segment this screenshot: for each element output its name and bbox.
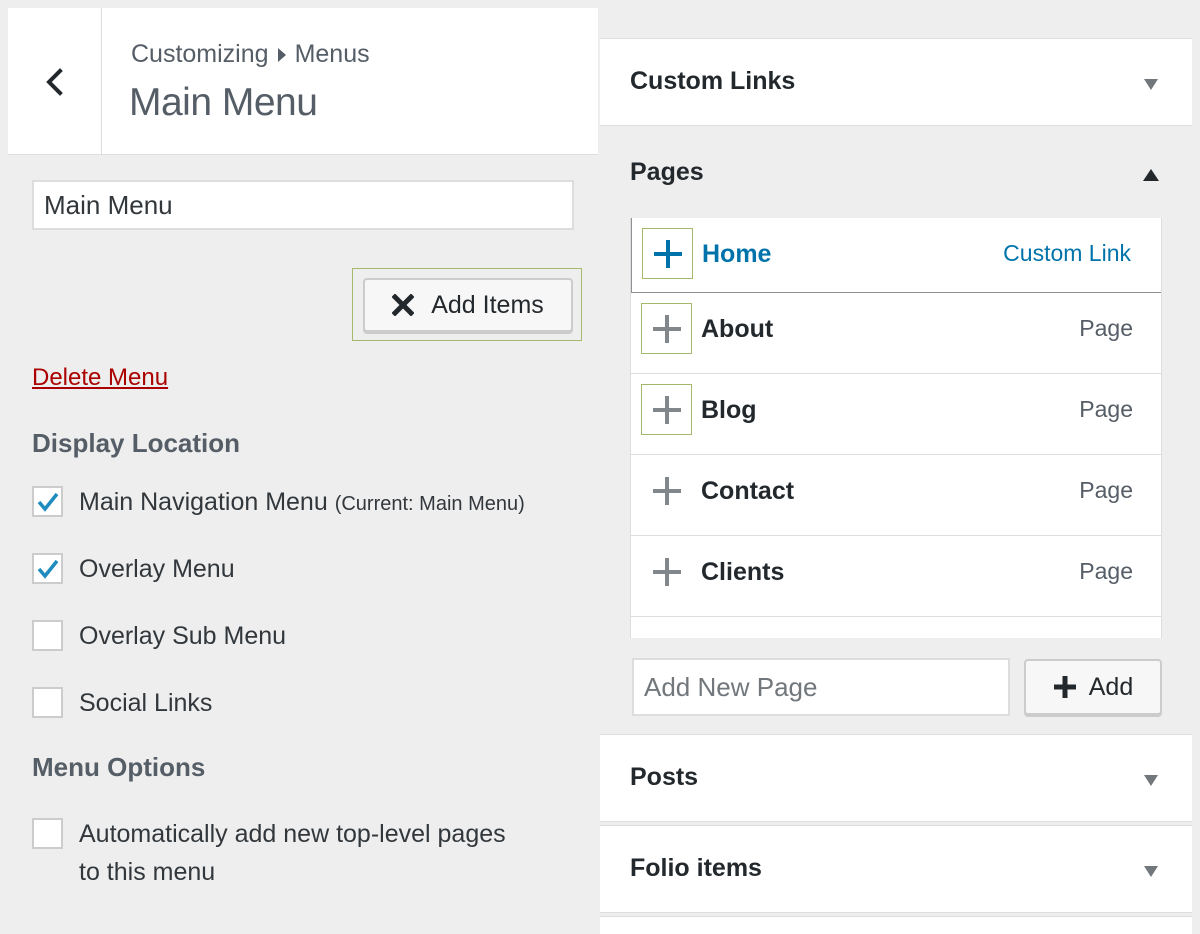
available-menu-items-panel: Custom Links Pages Home Custom Link Abou…	[600, 0, 1200, 934]
page-item-contact[interactable]: Contact Page	[631, 455, 1161, 536]
page-item-about[interactable]: About Page	[631, 293, 1161, 374]
item-title: Home	[702, 240, 772, 268]
auto-add-line-2: to this menu	[79, 858, 216, 886]
item-title: About	[701, 315, 774, 343]
social-links-checkbox[interactable]	[32, 687, 63, 718]
menu-settings-panel: Customizing Menus Main Menu Add Items De…	[8, 8, 598, 926]
location-row-overlay-sub-menu: Overlay Sub Menu	[32, 620, 286, 655]
auto-add-line-1: Automatically add new top-level pages	[79, 820, 506, 848]
item-type: Page	[1079, 558, 1133, 584]
add-item-button[interactable]	[641, 303, 692, 354]
folio-items-section[interactable]: Folio items	[600, 825, 1192, 913]
folio-items-title: Folio items	[630, 854, 762, 882]
page-item-partial	[631, 617, 1161, 638]
social-links-label: Social Links	[79, 689, 213, 717]
item-type: Page	[1079, 315, 1133, 341]
triangle-down-icon	[1144, 866, 1158, 877]
add-items-focus-ring: Add Items	[352, 268, 582, 341]
overlay-menu-checkbox[interactable]	[32, 553, 63, 584]
add-items-label: Add Items	[431, 290, 544, 319]
add-item-button[interactable]	[641, 546, 692, 597]
main-navigation-checkbox[interactable]	[32, 486, 63, 517]
pages-list: Home Custom Link About Page Blog Page Co…	[630, 218, 1162, 638]
caret-right-icon	[277, 47, 286, 62]
checkmark-icon	[37, 492, 58, 512]
plus-icon	[652, 314, 681, 343]
posts-section[interactable]: Posts	[600, 734, 1192, 822]
triangle-down-icon	[1144, 775, 1158, 786]
next-section-edge	[600, 916, 1192, 934]
triangle-down-icon	[1144, 79, 1158, 90]
close-x-icon	[392, 294, 415, 316]
panel-title: Main Menu	[129, 81, 318, 124]
breadcrumb-child: Menus	[294, 40, 370, 68]
menu-options-heading: Menu Options	[32, 752, 206, 782]
item-title: Contact	[701, 477, 795, 505]
plus-icon	[652, 476, 681, 505]
chevron-left-icon	[45, 67, 63, 96]
location-row-social-links: Social Links	[32, 687, 212, 722]
custom-links-section[interactable]: Custom Links	[600, 38, 1192, 126]
location-row-overlay-menu: Overlay Menu	[32, 553, 235, 588]
add-page-button[interactable]: Add	[1024, 659, 1162, 715]
pages-section: Pages Home Custom Link About Page Blog P…	[600, 130, 1192, 734]
plus-icon	[652, 395, 681, 424]
location-row-main-navigation: Main Navigation Menu (Current: Main Menu…	[32, 486, 525, 523]
delete-menu-link[interactable]: Delete Menu	[32, 364, 168, 392]
triangle-up-icon	[1143, 169, 1159, 181]
add-item-button[interactable]	[641, 465, 692, 516]
page-item-home[interactable]: Home Custom Link	[631, 218, 1161, 293]
page-item-clients[interactable]: Clients Page	[631, 536, 1161, 617]
item-type: Page	[1079, 477, 1133, 503]
auto-add-row: Automatically add new top-level pages to…	[32, 818, 506, 891]
posts-title: Posts	[630, 763, 699, 791]
overlay-sub-menu-label: Overlay Sub Menu	[79, 622, 287, 650]
overlay-menu-label: Overlay Menu	[79, 555, 235, 583]
add-item-button[interactable]	[641, 384, 692, 435]
plus-icon	[653, 239, 682, 268]
overlay-sub-menu-checkbox[interactable]	[32, 620, 63, 651]
add-items-button[interactable]: Add Items	[363, 278, 573, 332]
add-item-button[interactable]	[642, 228, 693, 279]
new-page-title-input[interactable]	[632, 658, 1010, 716]
auto-add-pages-label: Automatically add new top-level pages to…	[79, 815, 506, 891]
main-navigation-label: Main Navigation Menu (Current: Main Menu…	[79, 483, 525, 523]
item-type: Page	[1079, 396, 1133, 422]
page-item-blog[interactable]: Blog Page	[631, 374, 1161, 455]
back-button[interactable]	[8, 8, 102, 155]
menu-name-input[interactable]	[32, 180, 574, 230]
plus-icon	[652, 557, 681, 586]
add-page-label: Add	[1088, 672, 1134, 701]
item-title: Clients	[701, 558, 785, 586]
plus-icon	[1053, 676, 1076, 698]
pages-section-header[interactable]: Pages	[600, 130, 1192, 218]
panel-header: Customizing Menus Main Menu	[8, 8, 598, 155]
checkmark-icon	[37, 559, 58, 579]
breadcrumb: Customizing Menus	[131, 40, 370, 69]
current-menu-note: (Current: Main Menu)	[334, 493, 525, 515]
display-location-heading: Display Location	[32, 428, 241, 458]
main-navigation-text: Main Navigation Menu	[79, 488, 328, 516]
custom-links-title: Custom Links	[630, 67, 796, 95]
breadcrumb-parent: Customizing	[131, 40, 269, 68]
item-title: Blog	[701, 396, 757, 424]
pages-title: Pages	[630, 158, 704, 186]
auto-add-pages-checkbox[interactable]	[32, 818, 63, 849]
item-type: Custom Link	[1003, 240, 1131, 266]
